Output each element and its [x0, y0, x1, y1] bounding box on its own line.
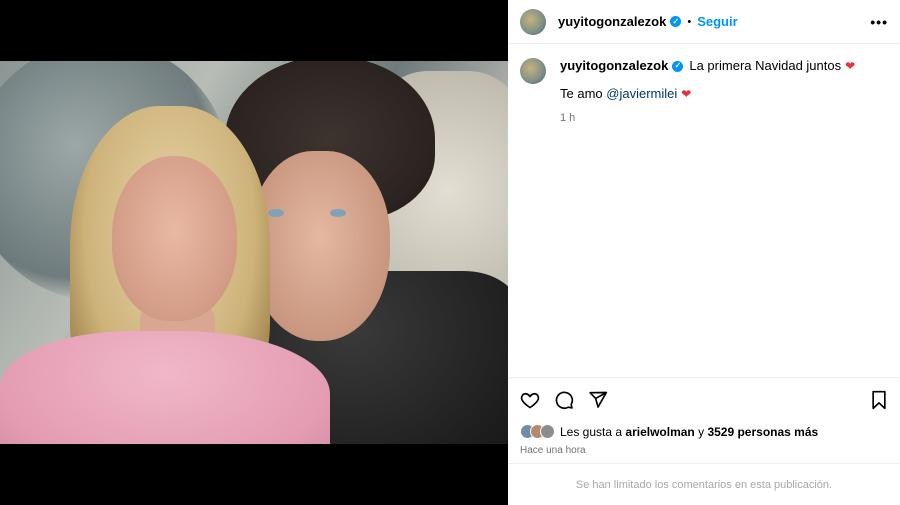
- liker-username[interactable]: ariel​wolman: [625, 425, 694, 439]
- man-left-eye: [268, 209, 284, 217]
- avatar[interactable]: [520, 8, 546, 35]
- caption-body: yuyitogonzalezok ✓ La primera Navidad ju…: [560, 58, 855, 126]
- caption-username[interactable]: yuyitogonzalezok: [560, 58, 668, 74]
- likes-count[interactable]: 3529 personas más: [707, 425, 818, 439]
- comment-icon[interactable]: [554, 390, 574, 410]
- heart-outline-icon[interactable]: [520, 390, 540, 410]
- verified-badge-icon: ✓: [670, 16, 682, 27]
- caption-line: yuyitogonzalezok ✓ La primera Navidad ju…: [560, 58, 855, 74]
- caption-text-2: Te amo: [560, 86, 603, 101]
- likes-text: Les gusta a ariel​wolman y 3529 personas…: [560, 425, 818, 439]
- post-photo[interactable]: [0, 61, 508, 444]
- post-viewer: yuyitogonzalezok ✓ • Seguir ••• yuyitogo…: [0, 0, 900, 505]
- header-username[interactable]: yuyitogonzalezok: [558, 14, 666, 29]
- post-media[interactable]: [0, 0, 508, 505]
- post-time-ago[interactable]: Hace una hora: [520, 445, 888, 456]
- caption: yuyitogonzalezok ✓ La primera Navidad ju…: [508, 44, 900, 126]
- woman-pink-shirt: [0, 331, 330, 444]
- separator-dot: •: [687, 15, 692, 28]
- caption-timestamp[interactable]: 1 h: [560, 110, 855, 126]
- caption-line-2: Te amo @javiermilei ❤: [560, 86, 855, 102]
- man-right-eye: [330, 209, 346, 217]
- caption-avatar[interactable]: [520, 58, 546, 84]
- woman-face: [112, 156, 237, 321]
- post-side-panel: yuyitogonzalezok ✓ • Seguir ••• yuyitogo…: [508, 0, 900, 505]
- likes-connector: y: [698, 424, 705, 439]
- caption-text: La primera Navidad juntos: [689, 58, 842, 73]
- action-icons: [520, 388, 888, 412]
- more-options-icon[interactable]: •••: [870, 14, 888, 30]
- post-header: yuyitogonzalezok ✓ • Seguir •••: [508, 0, 900, 44]
- heart-icon: ❤: [681, 87, 692, 101]
- verified-badge-icon: ✓: [672, 60, 684, 72]
- heart-icon: ❤: [845, 59, 856, 73]
- bookmark-icon[interactable]: [870, 390, 888, 410]
- likes-prefix: Les gusta a: [560, 424, 623, 439]
- mention-link[interactable]: @javiermilei: [606, 86, 677, 102]
- follow-button[interactable]: Seguir: [697, 14, 737, 29]
- comments-limited-notice: Se han limitado los comentarios en esta …: [508, 463, 900, 505]
- likes-summary: Les gusta a ariel​wolman y 3529 personas…: [520, 424, 888, 439]
- man-face: [250, 151, 390, 341]
- liker-avatar: [540, 424, 555, 439]
- post-actions: Les gusta a ariel​wolman y 3529 personas…: [508, 377, 900, 456]
- send-icon[interactable]: [588, 390, 608, 410]
